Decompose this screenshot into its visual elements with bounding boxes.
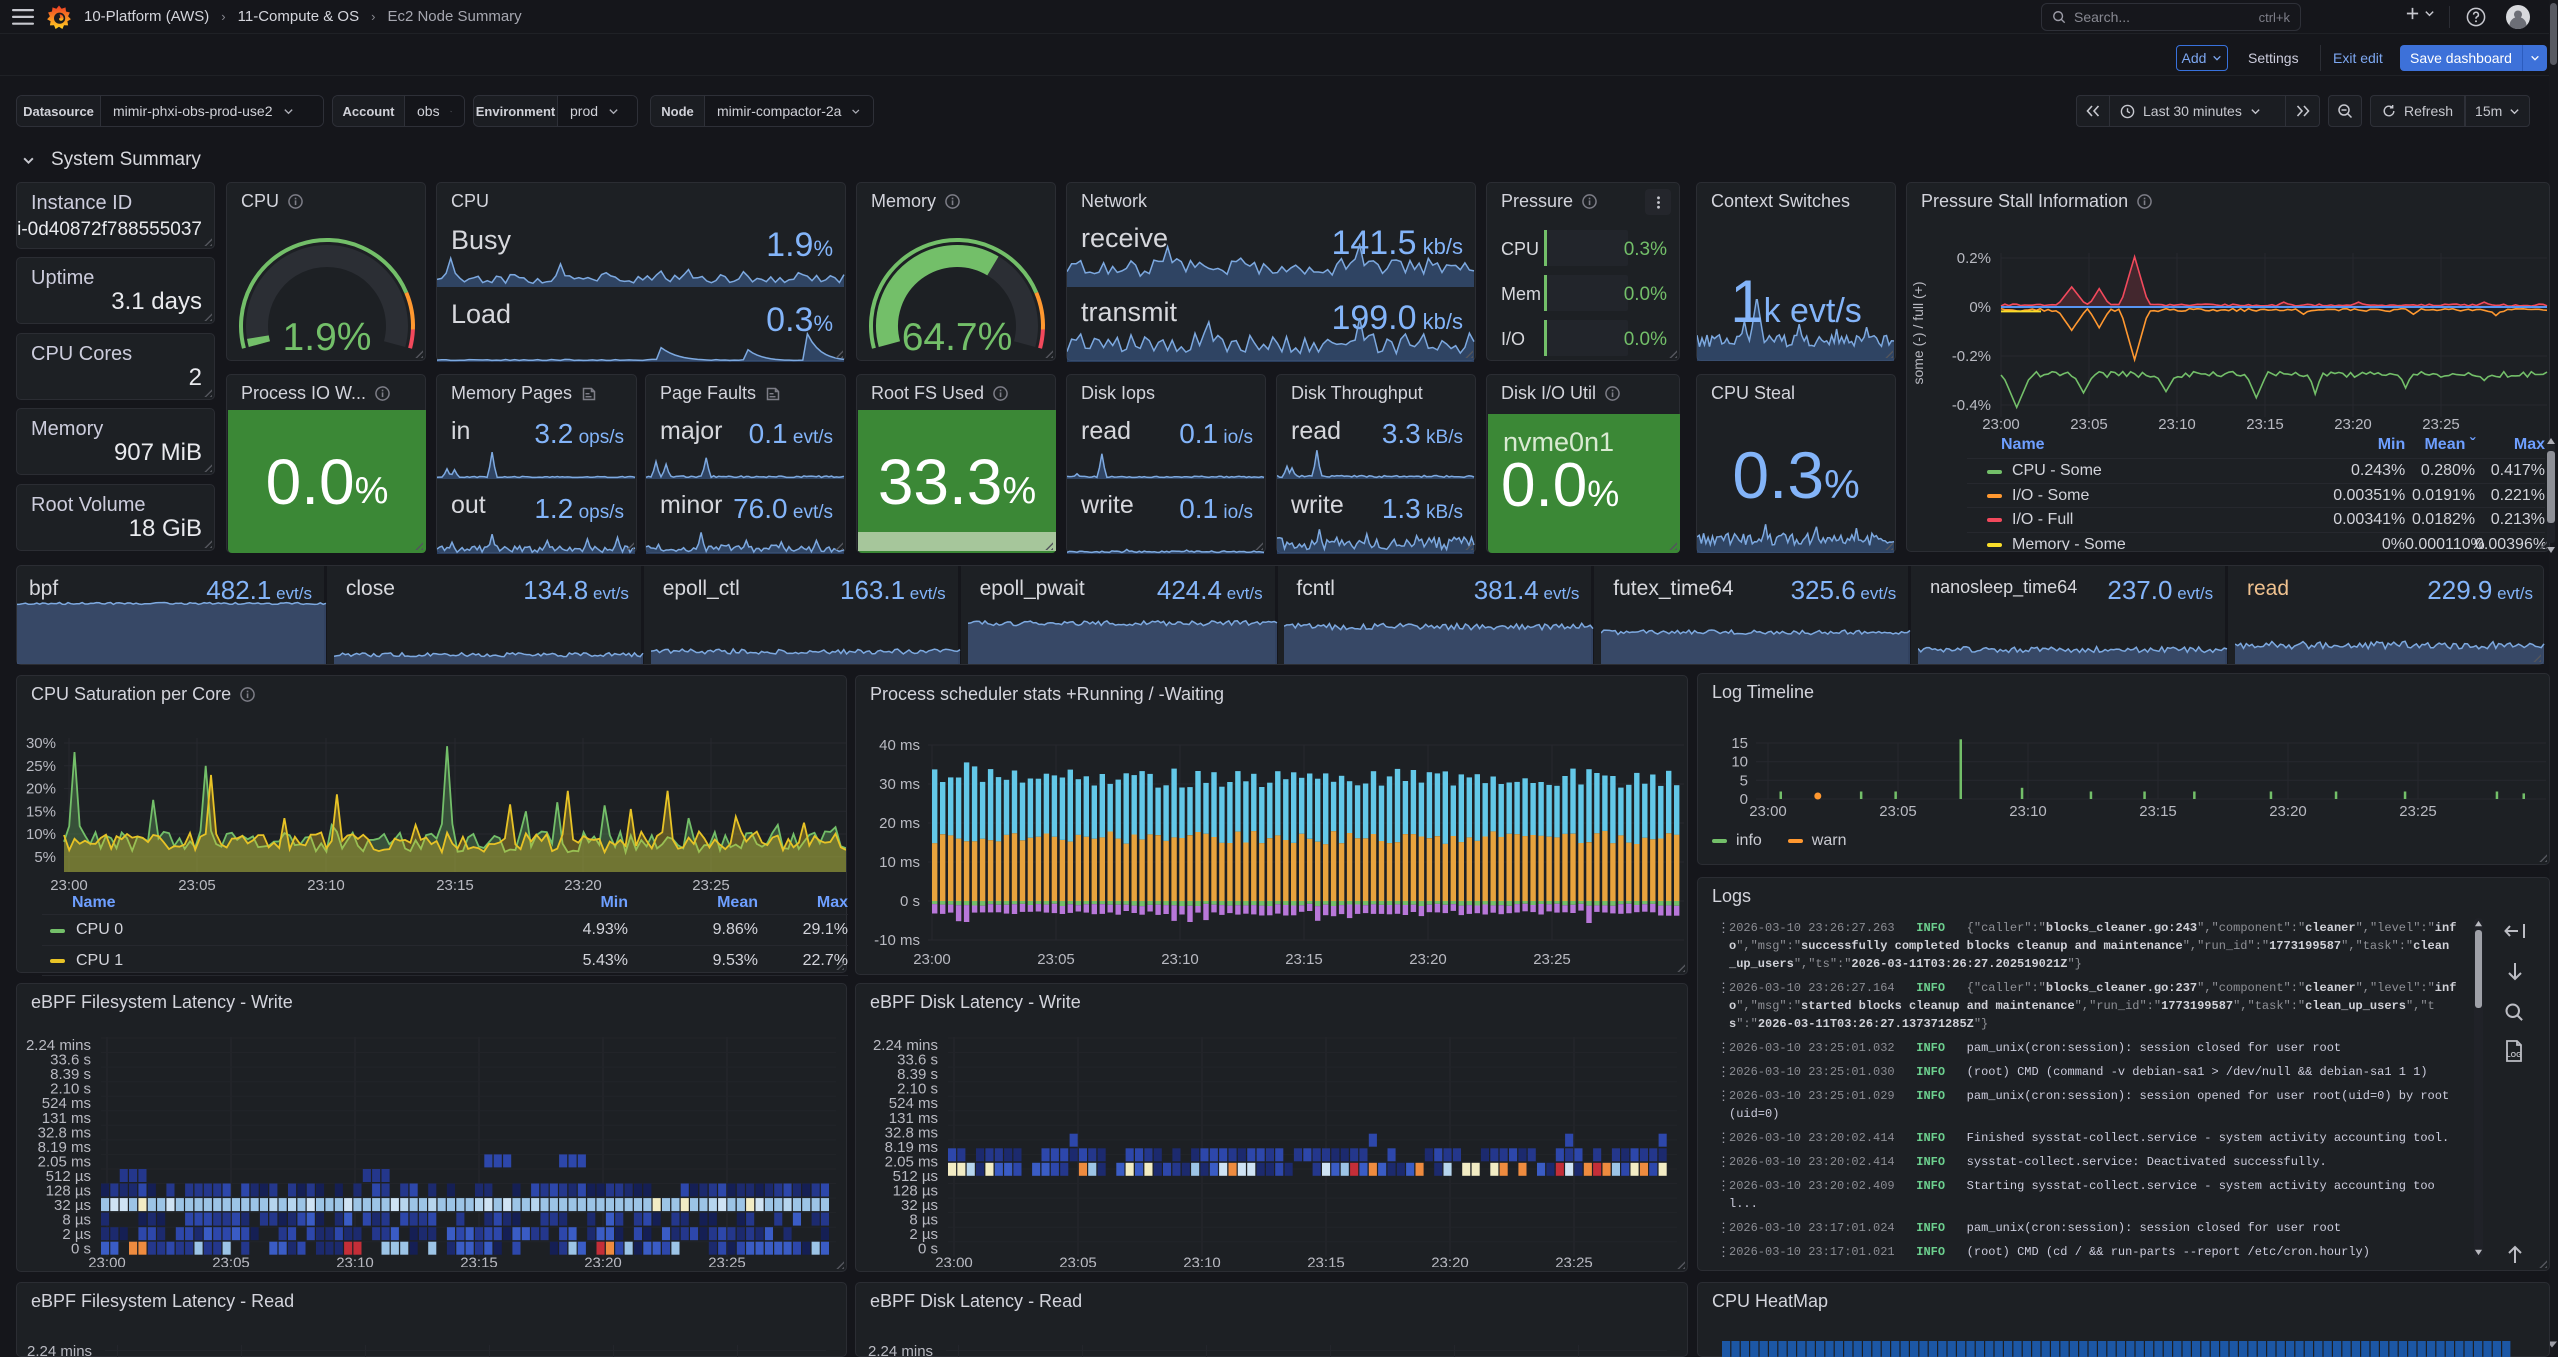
svg-text:23:20: 23:20 <box>1409 951 1447 968</box>
svg-text:1.9%: 1.9% <box>283 316 372 359</box>
svg-text:23:05: 23:05 <box>1879 803 1917 820</box>
svg-text:23:15: 23:15 <box>436 877 474 894</box>
svg-text:23:05: 23:05 <box>212 1255 250 1267</box>
svg-text:23:20: 23:20 <box>584 1255 622 1267</box>
svg-text:23:10: 23:10 <box>1161 951 1199 968</box>
svg-text:0.2%: 0.2% <box>1957 250 1991 267</box>
svg-text:23:10: 23:10 <box>2158 416 2196 433</box>
svg-text:23:20: 23:20 <box>2334 416 2372 433</box>
svg-text:23:15: 23:15 <box>1307 1255 1345 1267</box>
svg-text:23:20: 23:20 <box>2269 803 2307 820</box>
svg-text:23:25: 23:25 <box>2422 416 2460 433</box>
svg-text:0%: 0% <box>1969 299 1991 316</box>
svg-text:LOG: LOG <box>2506 1052 2522 1059</box>
svg-text:20 ms: 20 ms <box>879 815 920 832</box>
svg-text:0: 0 <box>1740 791 1748 808</box>
svg-text:23:10: 23:10 <box>336 1255 374 1267</box>
svg-text:23:00: 23:00 <box>1749 803 1787 820</box>
svg-text:15: 15 <box>1731 735 1748 752</box>
svg-text:23:05: 23:05 <box>2070 416 2108 433</box>
svg-text:23:00: 23:00 <box>88 1255 126 1267</box>
svg-text:some (-) / full (+): some (-) / full (+) <box>1910 281 1926 384</box>
svg-text:23:05: 23:05 <box>1037 951 1075 968</box>
svg-text:23:25: 23:25 <box>1555 1255 1593 1267</box>
svg-text:23:00: 23:00 <box>935 1255 973 1267</box>
svg-text:25%: 25% <box>26 758 56 775</box>
svg-text:-0.2%: -0.2% <box>1952 348 1991 365</box>
svg-text:23:15: 23:15 <box>460 1255 498 1267</box>
svg-text:10 ms: 10 ms <box>879 854 920 871</box>
svg-text:23:05: 23:05 <box>1059 1255 1097 1267</box>
svg-text:40 ms: 40 ms <box>879 737 920 754</box>
svg-text:30 ms: 30 ms <box>879 776 920 793</box>
svg-text:10%: 10% <box>26 826 56 843</box>
svg-text:10: 10 <box>1731 754 1748 771</box>
svg-text:23:15: 23:15 <box>1285 951 1323 968</box>
svg-text:5: 5 <box>1740 772 1748 789</box>
svg-text:23:10: 23:10 <box>2009 803 2047 820</box>
svg-text:23:00: 23:00 <box>1982 416 2020 433</box>
svg-text:23:10: 23:10 <box>1183 1255 1221 1267</box>
svg-text:23:25: 23:25 <box>1533 951 1571 968</box>
svg-text:23:25: 23:25 <box>708 1255 746 1267</box>
svg-text:15%: 15% <box>26 803 56 820</box>
svg-text:-10 ms: -10 ms <box>874 932 920 949</box>
svg-text:23:20: 23:20 <box>564 877 602 894</box>
svg-text:23:20: 23:20 <box>1431 1255 1469 1267</box>
svg-text:23:10: 23:10 <box>307 877 345 894</box>
svg-text:23:00: 23:00 <box>913 951 951 968</box>
svg-text:23:15: 23:15 <box>2246 416 2284 433</box>
svg-text:5%: 5% <box>34 849 56 866</box>
svg-text:23:15: 23:15 <box>2139 803 2177 820</box>
svg-text:0 s: 0 s <box>900 893 920 910</box>
svg-text:64.7%: 64.7% <box>902 316 1013 359</box>
svg-text:23:25: 23:25 <box>2399 803 2437 820</box>
svg-text:23:05: 23:05 <box>178 877 216 894</box>
svg-text:23:00: 23:00 <box>50 877 88 894</box>
svg-text:20%: 20% <box>26 781 56 798</box>
svg-text:23:25: 23:25 <box>692 877 730 894</box>
svg-text:30%: 30% <box>26 735 56 752</box>
svg-text:-0.4%: -0.4% <box>1952 397 1991 414</box>
